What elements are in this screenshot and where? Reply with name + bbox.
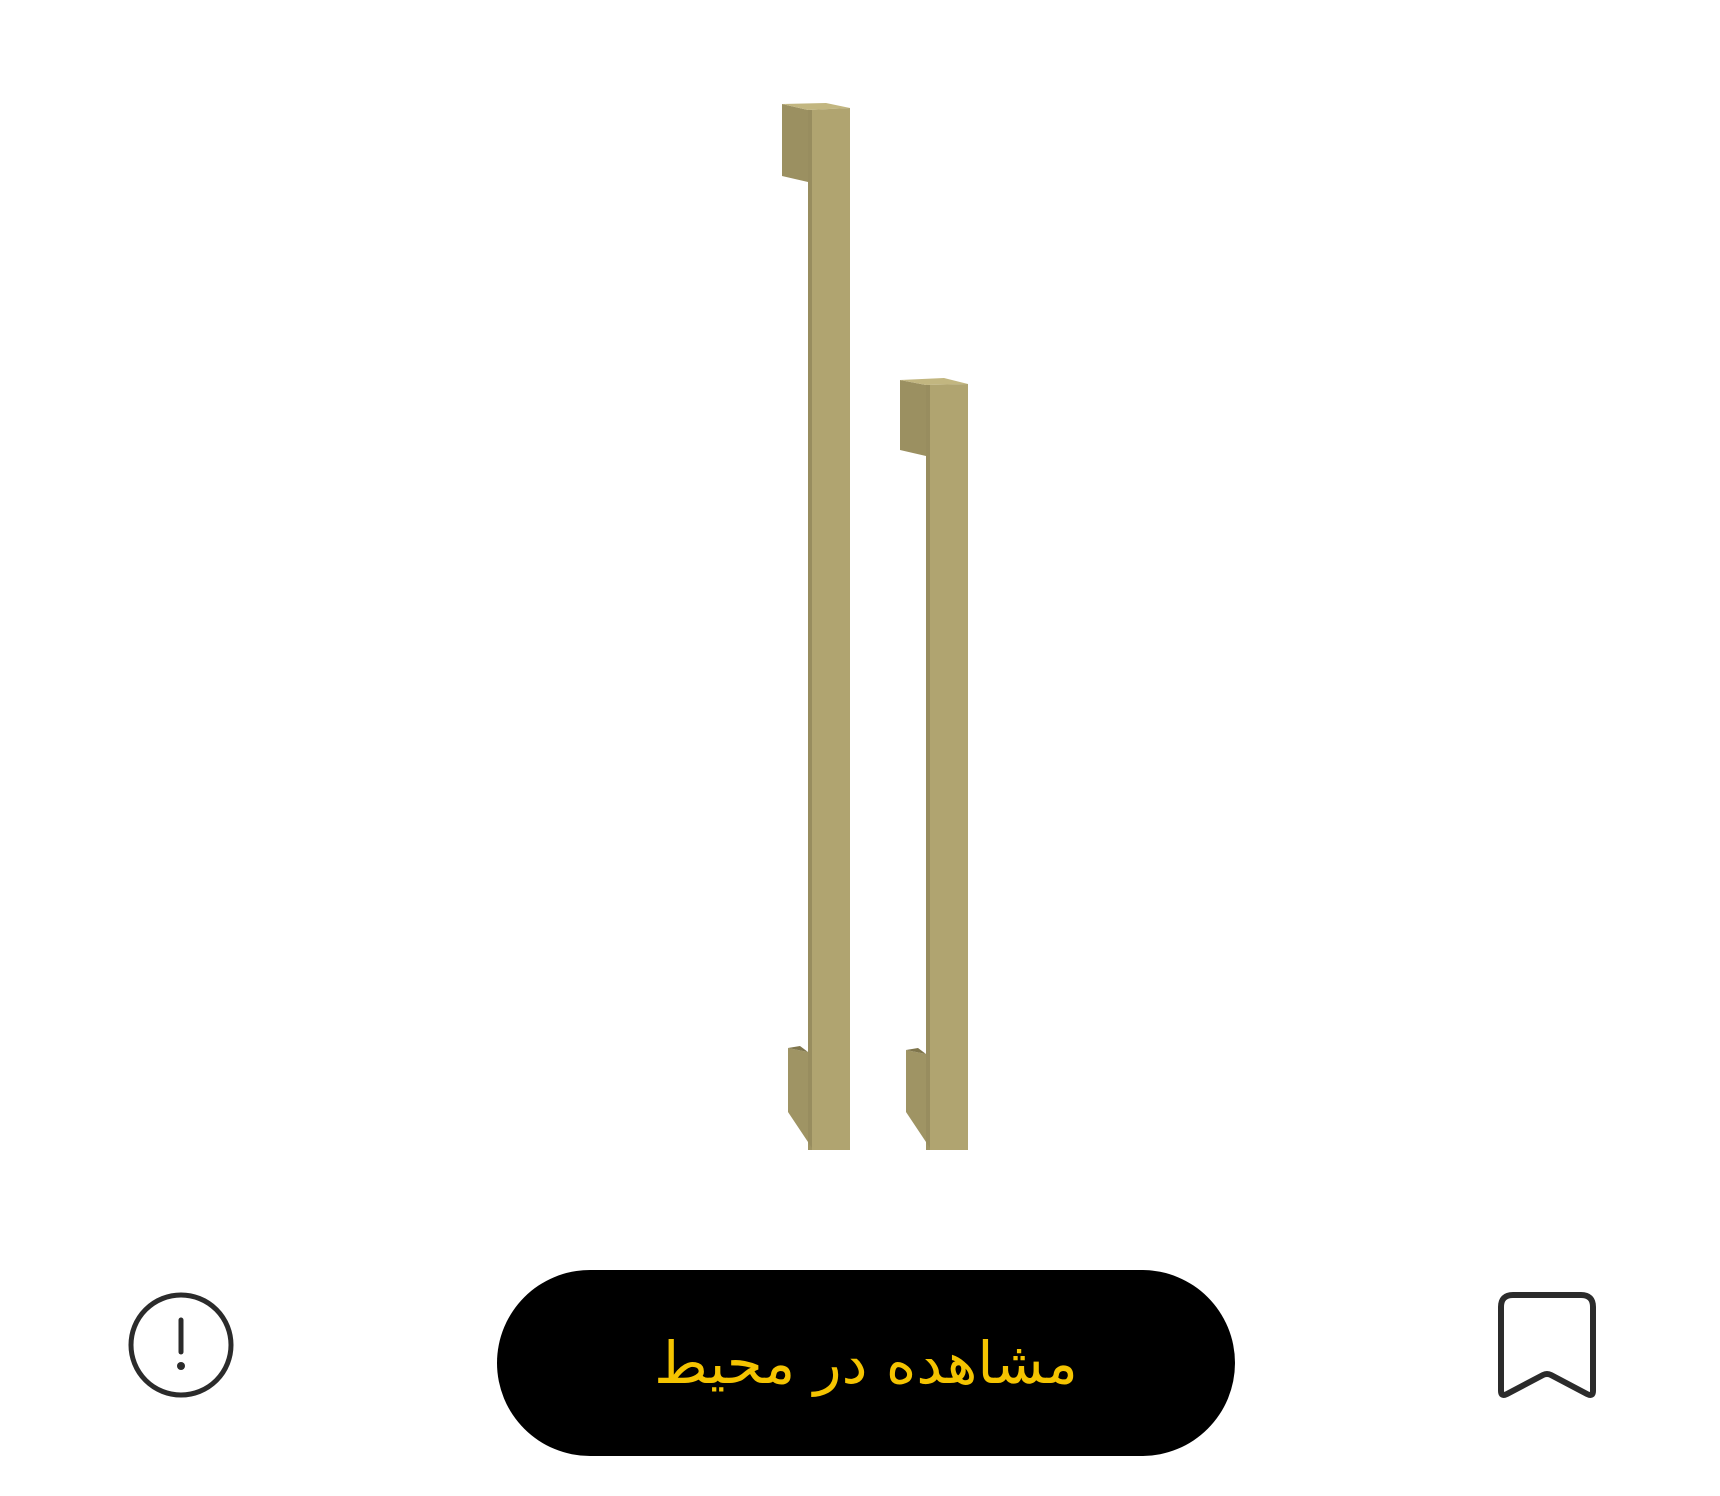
short-handle [900, 378, 968, 1150]
view-in-room-button[interactable]: مشاهده در محیط [497, 1270, 1235, 1456]
bookmark-button[interactable] [1492, 1286, 1602, 1406]
report-button[interactable] [124, 1288, 238, 1402]
tall-handle [782, 103, 850, 1150]
product-image [0, 0, 1720, 1200]
exclamation-circle-icon [128, 1292, 234, 1398]
action-bar: مشاهده در محیط [0, 1270, 1720, 1470]
bookmark-icon [1498, 1292, 1596, 1398]
view-in-room-label: مشاهده در محیط [654, 1329, 1078, 1397]
door-handles-illustration [782, 103, 968, 1150]
